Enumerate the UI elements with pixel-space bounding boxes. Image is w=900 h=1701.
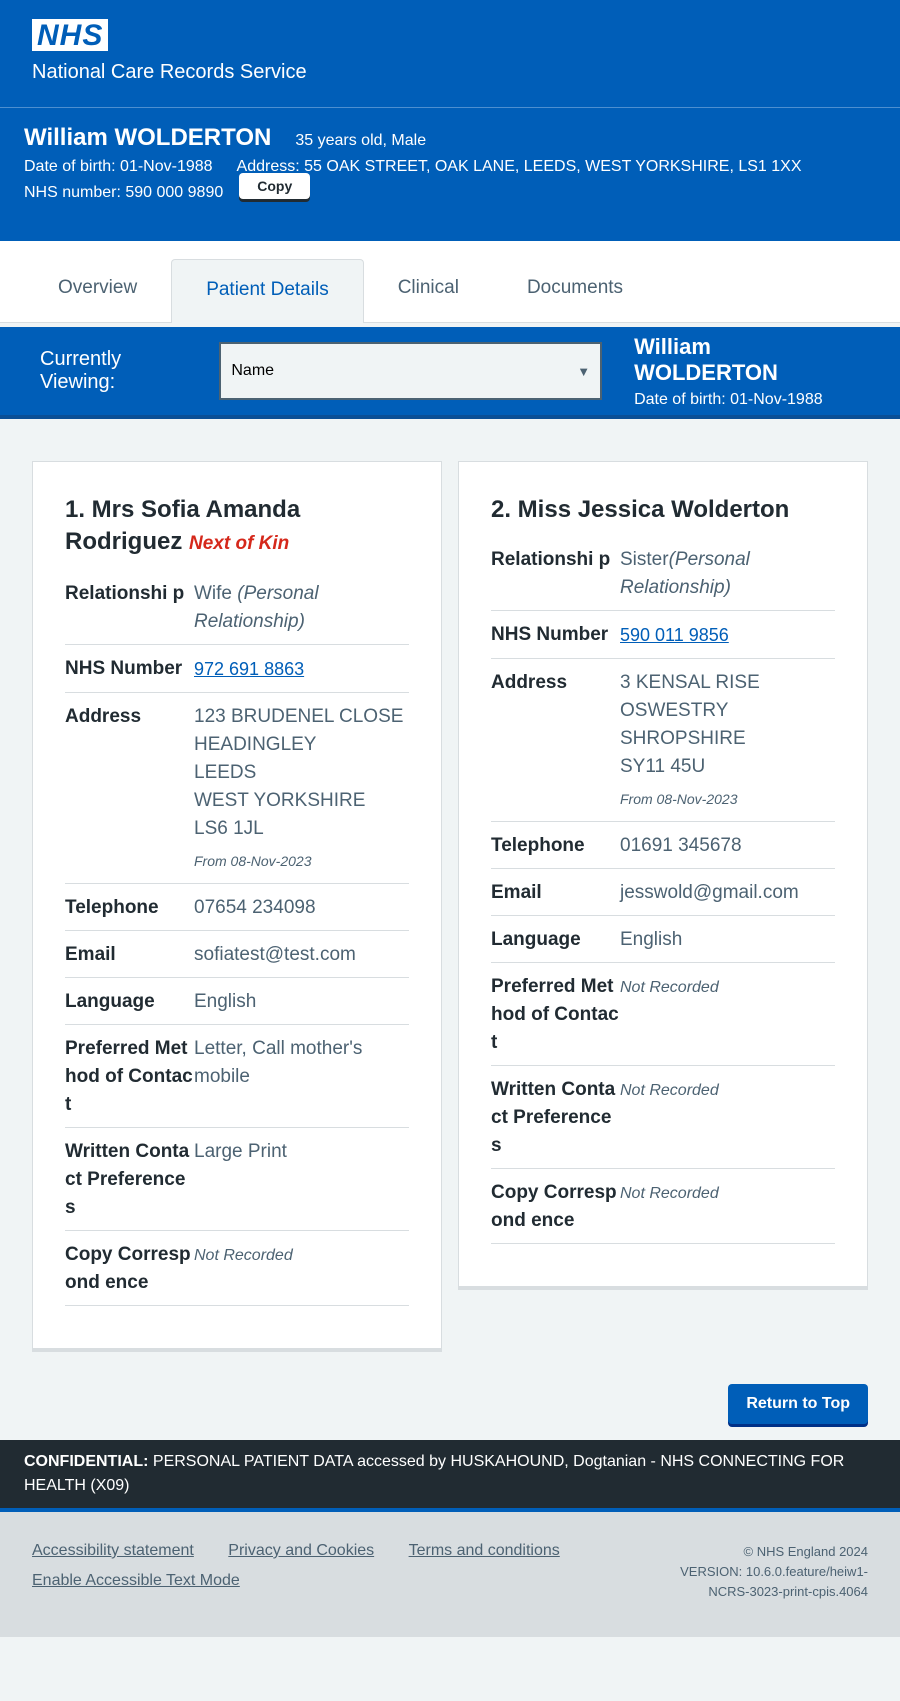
- written-prefs-row: Written Contact Preferences Large Print: [65, 1128, 409, 1231]
- patient-name: William WOLDERTON: [24, 124, 272, 151]
- patient-nhs-number: NHS number: 590 000 9890: [24, 184, 224, 201]
- viewing-select[interactable]: Name ▼: [219, 342, 603, 400]
- telephone-row: Telephone 07654 234098: [65, 884, 409, 931]
- address-row: Address 123 BRUDENEL CLOSE HEADINGLEY LE…: [65, 693, 409, 884]
- nhs-number-row: NHS Number 590 011 9856: [491, 611, 835, 659]
- language-row: Language English: [491, 916, 835, 963]
- footer-link-accessible-text-mode[interactable]: Enable Accessible Text Mode: [32, 1572, 240, 1589]
- confidential-text: PERSONAL PATIENT DATA accessed by HUSKAH…: [24, 1453, 845, 1494]
- relationship-row: Relationshi p Wife (Personal Relationshi…: [65, 570, 409, 645]
- patient-banner: William WOLDERTON 35 years old, Male Dat…: [0, 108, 900, 241]
- relationship-value: Sister: [620, 549, 669, 570]
- footer-link-accessibility[interactable]: Accessibility statement: [32, 1542, 194, 1559]
- patient-address: Address: 55 OAK STREET, OAK LANE, LEEDS,…: [236, 158, 802, 175]
- tab-overview[interactable]: Overview: [24, 258, 171, 322]
- return-to-top-wrap: Return to Top: [0, 1352, 900, 1440]
- site-header: NHS National Care Records Service: [0, 0, 900, 108]
- copy-correspondence-row: Copy Correspond ence Not Recorded: [491, 1169, 835, 1244]
- preferred-contact-row: Preferred Method of Contact Not Recorded: [491, 963, 835, 1066]
- nhs-number-link[interactable]: 590 011 9856: [620, 625, 729, 645]
- viewing-label: Currently Viewing:: [40, 348, 122, 393]
- footer-link-terms[interactable]: Terms and conditions: [409, 1542, 560, 1559]
- nhs-number-link[interactable]: 972 691 8863: [194, 659, 304, 679]
- contacts-content: 1. Mrs Sofia Amanda Rodriguez Next of Ki…: [0, 419, 900, 1352]
- patient-age-sex: 35 years old, Male: [295, 132, 427, 149]
- viewing-bar: Currently Viewing: Name ▼ William WOLDER…: [0, 327, 900, 419]
- email-row: Email sofiatest@test.com: [65, 931, 409, 978]
- preferred-contact-row: Preferred Method of Contact Letter, Call…: [65, 1025, 409, 1128]
- service-name[interactable]: National Care Records Service: [32, 61, 868, 84]
- language-row: Language English: [65, 978, 409, 1025]
- contact-card: 1. Mrs Sofia Amanda Rodriguez Next of Ki…: [32, 461, 442, 1352]
- viewing-person-name: William WOLDERTON: [634, 333, 778, 385]
- footer-link-privacy[interactable]: Privacy and Cookies: [228, 1542, 374, 1559]
- footer-links: Accessibility statement Privacy and Cook…: [32, 1542, 590, 1637]
- nhs-logo[interactable]: NHS: [32, 19, 109, 52]
- site-footer: Accessibility statement Privacy and Cook…: [0, 1512, 900, 1637]
- tab-documents[interactable]: Documents: [493, 258, 657, 322]
- copy-nhs-number-button[interactable]: Copy: [239, 173, 311, 199]
- relationship-row: Relationshi p Sister(Personal Relationsh…: [491, 536, 835, 611]
- tab-bar: Overview Patient Details Clinical Docume…: [0, 241, 900, 323]
- return-to-top-button[interactable]: Return to Top: [728, 1384, 868, 1424]
- address-row: Address 3 KENSAL RISE OSWESTRY SHROPSHIR…: [491, 659, 835, 822]
- address-from-date: From 08-Nov-2023: [620, 791, 738, 807]
- viewing-select-value: Name: [231, 362, 275, 379]
- relationship-value: Wife: [194, 583, 232, 604]
- contact-title: 1. Mrs Sofia Amanda Rodriguez Next of Ki…: [65, 496, 301, 555]
- email-row: Email jesswold@gmail.com: [491, 869, 835, 916]
- contact-card: 2. Miss Jessica Wolderton Relationshi p …: [458, 461, 868, 1290]
- tab-clinical[interactable]: Clinical: [364, 258, 493, 322]
- chevron-down-icon: ▼: [577, 363, 591, 379]
- nhs-number-row: NHS Number 972 691 8863: [65, 645, 409, 693]
- footer-meta: © NHS England 2024 VERSION: 10.6.0.featu…: [668, 1542, 868, 1637]
- copy-correspondence-row: Copy Correspond ence Not Recorded: [65, 1231, 409, 1306]
- address-from-date: From 08-Nov-2023: [194, 853, 312, 869]
- next-of-kin-badge: Next of Kin: [189, 533, 290, 554]
- written-prefs-row: Written Contact Preferences Not Recorded: [491, 1066, 835, 1169]
- viewing-person-dob: Date of birth: 01-Nov-1988: [634, 390, 823, 408]
- patient-dob: Date of birth: 01-Nov-1988: [24, 158, 213, 175]
- confidential-label: CONFIDENTIAL:: [24, 1453, 149, 1470]
- contact-title: 2. Miss Jessica Wolderton: [491, 496, 790, 523]
- confidential-banner: CONFIDENTIAL: PERSONAL PATIENT DATA acce…: [0, 1440, 900, 1512]
- version: VERSION: 10.6.0.feature/heiw1-NCRS-3023-…: [680, 1564, 868, 1599]
- tab-patient-details[interactable]: Patient Details: [171, 259, 364, 323]
- viewing-person: William WOLDERTON Date of birth: 01-Nov-…: [634, 334, 860, 409]
- telephone-row: Telephone 01691 345678: [491, 822, 835, 869]
- copyright: © NHS England 2024: [743, 1544, 869, 1559]
